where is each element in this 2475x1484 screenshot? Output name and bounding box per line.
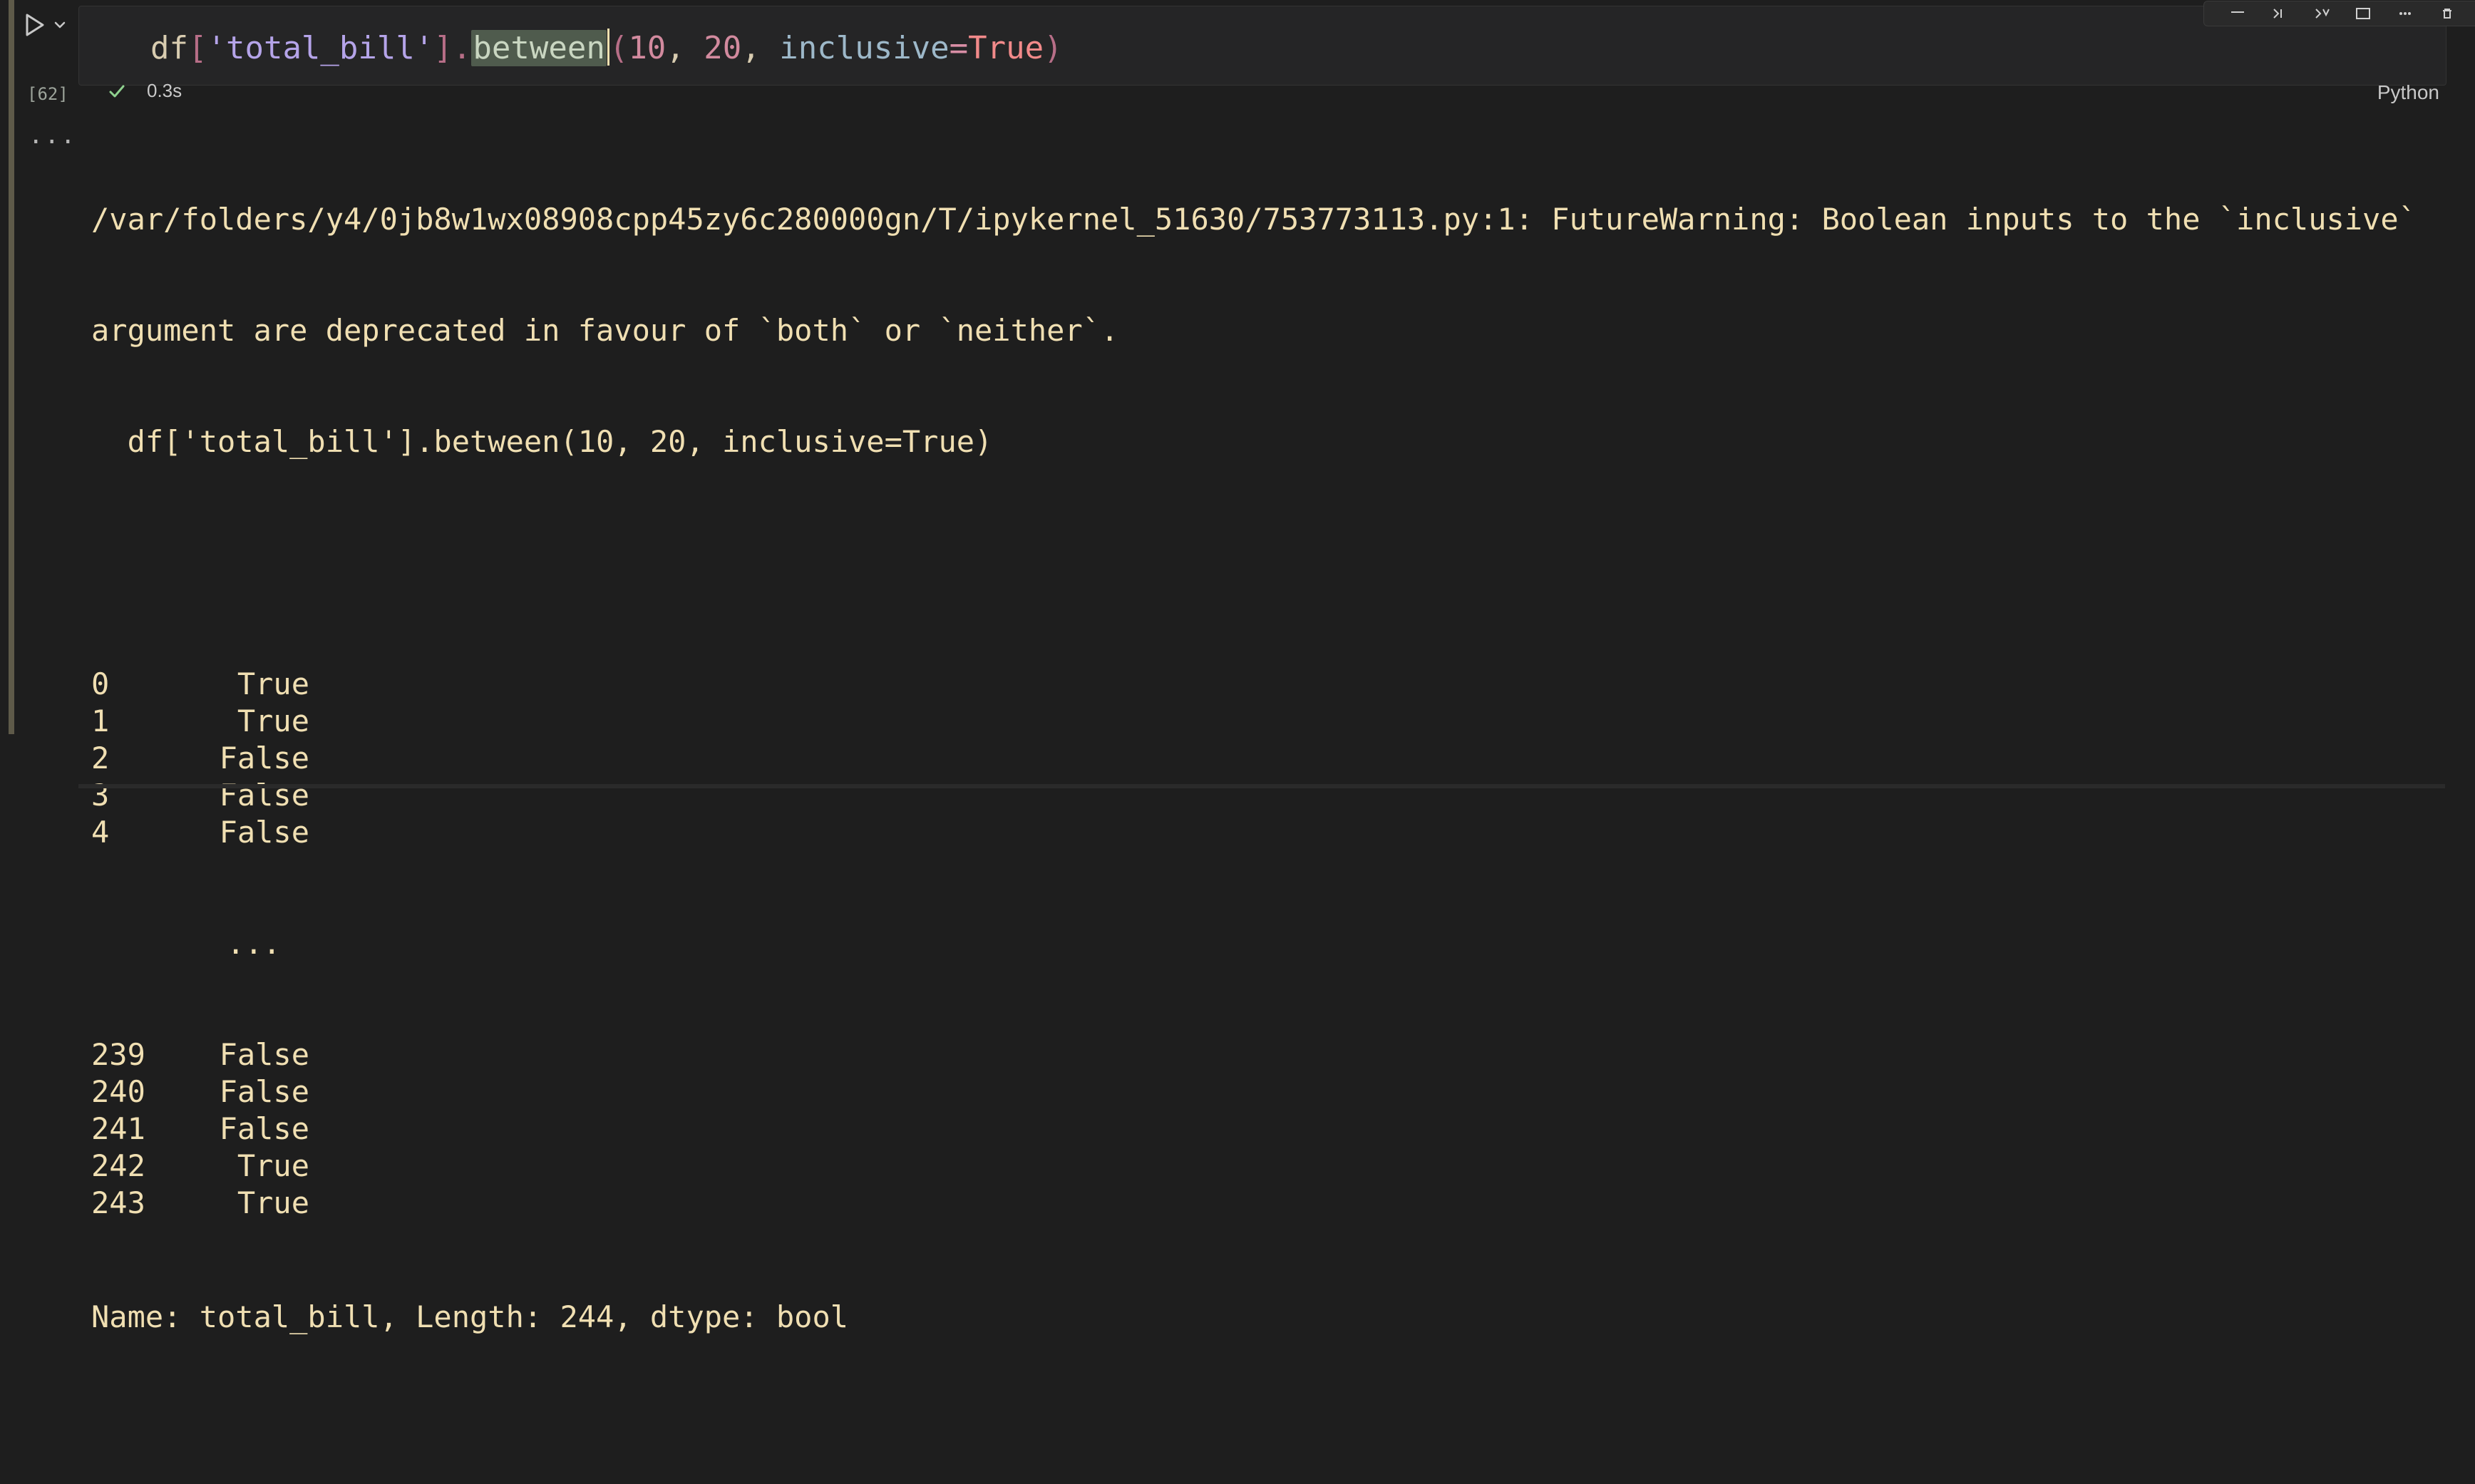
- series-row: 4 False: [91, 814, 2458, 851]
- code-token: 'total_bill': [207, 30, 434, 66]
- code-line[interactable]: df['total_bill'].between (10, 20, inclusi…: [150, 28, 1063, 69]
- run-controls: [24, 7, 67, 43]
- code-token: ): [1044, 30, 1063, 66]
- series-output: 0 True 1 True 2 False 3 False 4 False ... 239 Fals…: [91, 592, 2458, 1410]
- series-index: 4: [91, 815, 110, 850]
- series-row: 2 False: [91, 740, 2458, 777]
- code-token: .: [452, 30, 472, 66]
- execution-duration: 0.3s: [147, 80, 182, 101]
- series-row: 239 False: [91, 1036, 2458, 1073]
- series-value: False: [219, 1037, 309, 1072]
- cell-toolbar: [2203, 1, 2475, 26]
- series-value: False: [219, 741, 309, 776]
- code-token: df: [150, 30, 188, 66]
- series-row: 1 True: [91, 703, 2458, 740]
- series-index: 3: [91, 778, 110, 813]
- execute-below-icon[interactable]: [2312, 4, 2332, 24]
- series-row: 241 False: [91, 1111, 2458, 1148]
- series-index: 243: [91, 1185, 145, 1220]
- series-index: 241: [91, 1111, 145, 1146]
- series-index: 242: [91, 1148, 145, 1183]
- series-rows-head: 0 True 1 True 2 False 3 False 4 False: [91, 666, 2458, 851]
- notebook-cell: df['total_bill'].between (10, 20, inclusi…: [0, 0, 2475, 1334]
- series-value: False: [219, 815, 309, 850]
- code-token: [: [187, 30, 207, 66]
- run-by-line-icon[interactable]: [2270, 4, 2290, 24]
- series-value: False: [219, 1074, 309, 1109]
- series-ellipsis: ...: [227, 926, 281, 961]
- warning-line-2: argument are deprecated in favour of `bo…: [91, 313, 1119, 348]
- code-token: ,: [741, 30, 780, 66]
- run-button[interactable]: [24, 13, 46, 37]
- delete-cell-icon[interactable]: [2437, 4, 2457, 24]
- series-row: 242 True: [91, 1148, 2458, 1185]
- play-icon: [26, 14, 44, 36]
- warning-line-1: /var/folders/y4/0jb8w1wx08908cpp45zy6c28…: [91, 202, 2417, 237]
- code-token: 10: [628, 30, 667, 66]
- code-token: =: [949, 30, 969, 66]
- series-value: True: [237, 666, 309, 701]
- more-actions-icon[interactable]: [2395, 4, 2415, 24]
- series-value: True: [237, 704, 309, 738]
- series-rows-tail: 239 False 240 False 241 False 242 True 243 True: [91, 1036, 2458, 1222]
- execution-status: 0.3s: [107, 80, 182, 102]
- series-value: False: [219, 778, 309, 813]
- run-options-button[interactable]: [53, 18, 67, 32]
- run-above-icon[interactable]: [2228, 4, 2248, 24]
- code-token: True: [968, 30, 1044, 66]
- series-row: 0 True: [91, 666, 2458, 703]
- series-row: 3 False: [91, 777, 2458, 814]
- cell-bottom-divider: [78, 784, 2445, 788]
- series-index: 2: [91, 741, 110, 776]
- code-token: 20: [704, 30, 742, 66]
- check-icon: [107, 81, 127, 101]
- execution-count: [62]: [27, 84, 68, 104]
- language-label[interactable]: Python: [2377, 81, 2439, 104]
- series-value: True: [237, 1148, 309, 1183]
- cell-focus-bar: [9, 0, 14, 734]
- code-editor[interactable]: df['total_bill'].between (10, 20, inclusi…: [78, 1, 2475, 86]
- series-index: 1: [91, 704, 110, 738]
- series-row: 240 False: [91, 1073, 2458, 1111]
- series-value: False: [219, 1111, 309, 1146]
- code-token: ,: [666, 30, 704, 66]
- series-row: 243 True: [91, 1185, 2458, 1222]
- series-value: True: [237, 1185, 309, 1220]
- code-token: (: [609, 30, 629, 66]
- series-index: 240: [91, 1074, 145, 1109]
- series-footer: Name: total_bill, Length: 244, dtype: bo…: [91, 1299, 849, 1334]
- warning-line-3: df['total_bill'].between(10, 20, inclusi…: [91, 424, 993, 459]
- code-token: between: [471, 30, 607, 66]
- code-token: inclusive: [779, 30, 950, 66]
- series-index: 239: [91, 1037, 145, 1072]
- chevron-down-icon: [54, 21, 66, 29]
- cell-output: /var/folders/y4/0jb8w1wx08908cpp45zy6c28…: [91, 127, 2458, 1334]
- output-more-button[interactable]: ...: [29, 121, 76, 150]
- code-token: ]: [433, 30, 453, 66]
- split-cell-icon[interactable]: [2353, 4, 2373, 24]
- series-index: 0: [91, 666, 110, 701]
